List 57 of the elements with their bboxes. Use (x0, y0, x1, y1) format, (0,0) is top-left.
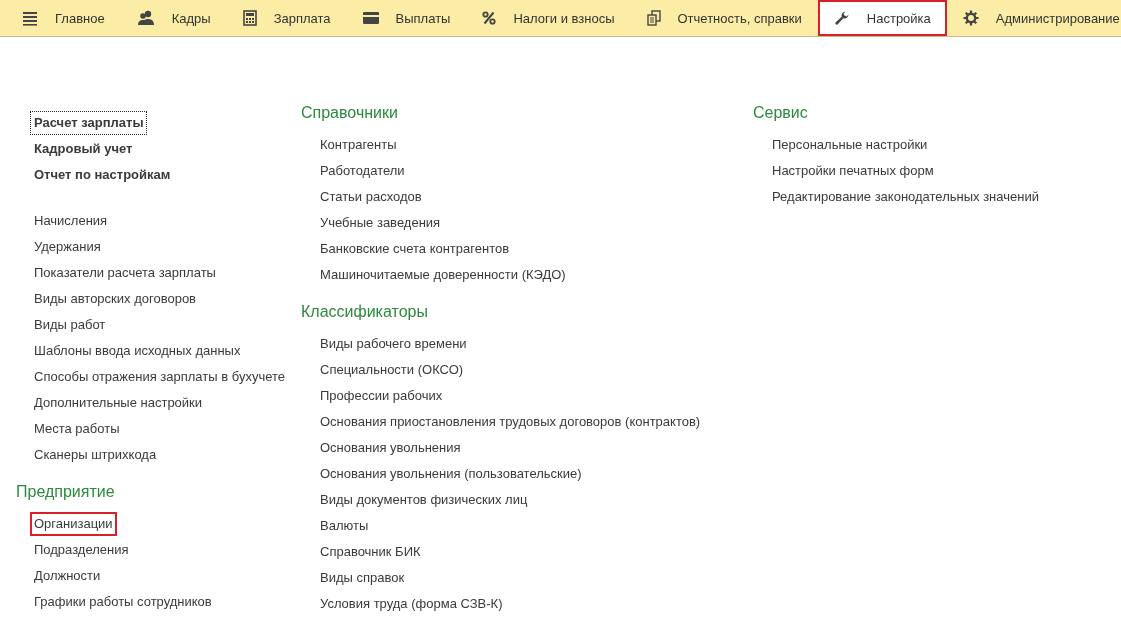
menu-link[interactable]: Виды справок (316, 566, 409, 590)
menu-link[interactable]: Организации (30, 512, 117, 536)
gear-icon (962, 10, 979, 26)
menu-link[interactable]: Показатели расчета зарплаты (30, 261, 220, 285)
menu-link[interactable]: Места работы (30, 417, 124, 441)
menu-link[interactable]: Работодатели (316, 159, 409, 183)
menu-link[interactable]: Должности (30, 564, 105, 588)
section-heading: Предприятие (16, 483, 116, 502)
menu-link[interactable]: Справочник БИК (316, 540, 425, 564)
menu-link[interactable]: Настройки печатных форм (768, 159, 938, 183)
menu-link[interactable]: Профессии рабочих (316, 384, 447, 408)
menu-link[interactable]: Условия труда (форма СЗВ-К) (316, 592, 507, 616)
menu-link[interactable]: Основания увольнения (316, 436, 465, 460)
menu-link[interactable]: Способы отражения зарплаты в бухучете (30, 365, 289, 389)
menu-link[interactable]: Банковские счета контрагентов (316, 237, 514, 261)
menu-link[interactable]: Редактирование законодательных значений (768, 185, 1043, 209)
menu-link[interactable]: Шаблоны ввода исходных данных (30, 339, 245, 363)
menu-link[interactable]: Персональные настройки (768, 133, 932, 157)
people-icon (136, 10, 155, 26)
menu-link[interactable]: Виды рабочего времени (316, 332, 471, 356)
menu-link[interactable]: Специальности (ОКСО) (316, 358, 468, 382)
section-heading: Классификаторы (301, 303, 429, 322)
section-tab[interactable]: Главное (6, 0, 121, 36)
menu-link[interactable]: Кадровый учет (30, 137, 137, 161)
section-heading: Справочники (301, 104, 399, 123)
section-tab[interactable]: Налоги и взносы (466, 0, 631, 36)
section-heading: Сервис (753, 104, 809, 123)
menu-link[interactable]: Графики работы сотрудников (30, 590, 216, 614)
menu-link[interactable]: Расчет зарплаты (30, 111, 148, 135)
menu-link[interactable]: Учебные заведения (316, 211, 445, 235)
menu-link[interactable]: Виды работ (30, 313, 110, 337)
card-icon (362, 12, 379, 24)
menu-link[interactable]: Виды авторских договоров (30, 287, 200, 311)
menu-link[interactable]: Машиночитаемые доверенности (КЭДО) (316, 263, 570, 287)
menu-link[interactable]: Основания приостановления трудовых договоров (контрактов) (316, 410, 705, 434)
menu-link[interactable]: Сканеры штрихкода (30, 443, 161, 467)
menu-link[interactable]: Контрагенты (316, 133, 401, 157)
menu-icon (22, 10, 38, 26)
menu-link[interactable]: Подразделения (30, 538, 133, 562)
section-tab[interactable]: Зарплата (226, 0, 347, 36)
menu-link[interactable]: Удержания (30, 235, 105, 259)
menu-link[interactable]: Дополнительные настройки (30, 391, 207, 415)
section-tab[interactable]: Кадры (120, 0, 227, 36)
calculator-icon (242, 10, 257, 26)
menu-link[interactable]: Валюты (316, 514, 373, 538)
section-tab[interactable]: Настройка (817, 0, 947, 36)
section-tab[interactable]: Администрирование (946, 0, 1121, 36)
menu-link[interactable]: Статьи расходов (316, 185, 426, 209)
percent-icon (482, 11, 497, 25)
menu-link[interactable]: Начисления (30, 209, 112, 233)
menu-link[interactable]: Отчет по настройкам (30, 163, 175, 187)
documents-icon (646, 10, 661, 26)
wrench-icon (833, 10, 850, 26)
section-tab[interactable]: Выплаты (346, 0, 467, 36)
section-tab[interactable]: Отчетность, справки (630, 0, 818, 36)
menu-link[interactable]: Виды документов физических лиц (316, 488, 532, 512)
menu-link[interactable]: Основания увольнения (пользовательские) (316, 462, 586, 486)
